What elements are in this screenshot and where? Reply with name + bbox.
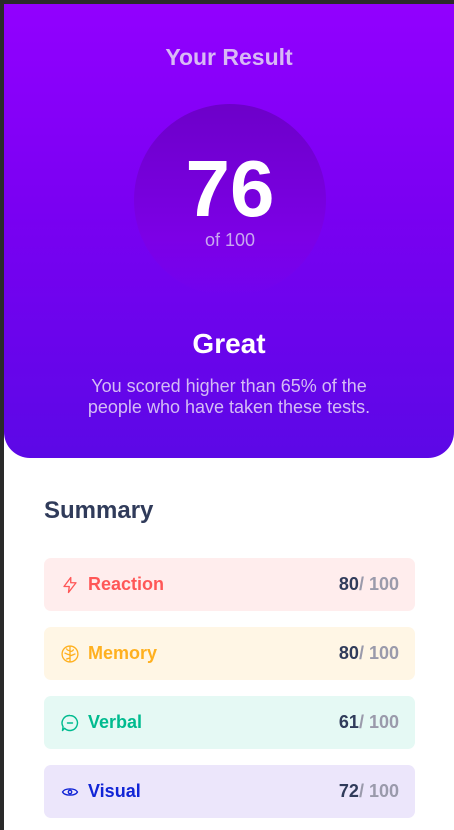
- summary-item-memory: Memory 80 / 100: [44, 627, 415, 680]
- eye-icon: [60, 782, 80, 802]
- summary-item-score: 61: [338, 712, 359, 732]
- result-card: Your Result 76 of 100 Great You scored h…: [4, 4, 454, 458]
- result-title: Your Result: [165, 44, 293, 70]
- summary-item-label: Verbal: [88, 712, 143, 732]
- summary-item-out-of: / 100: [358, 781, 399, 801]
- summary-item-visual: Visual 72 / 100: [44, 765, 415, 818]
- chat-icon: [60, 713, 80, 733]
- lightning-icon: [60, 575, 80, 595]
- brain-icon: [60, 644, 80, 664]
- summary-item-out-of: / 100: [358, 574, 399, 594]
- summary-item-score: 80: [338, 574, 359, 594]
- summary-list: Reaction 80 / 100 Memory 80 / 100 Verbal…: [44, 558, 415, 830]
- summary-item-out-of: / 100: [358, 643, 399, 663]
- summary-item-label: Memory: [88, 643, 158, 663]
- summary-item-verbal: Verbal 61 / 100: [44, 696, 415, 749]
- summary-item-score: 72: [338, 781, 359, 801]
- summary-item-label: Reaction: [88, 574, 165, 594]
- summary-item-label: Visual: [88, 781, 141, 801]
- summary-item-out-of: / 100: [358, 712, 399, 732]
- rating-label: Great: [192, 328, 266, 359]
- rating-description: You scored higher than 65% of the people…: [87, 376, 371, 417]
- summary-item-score: 80: [338, 643, 359, 663]
- score-circle: 76 of 100: [134, 104, 326, 296]
- score-value: 76: [185, 144, 275, 233]
- score-out-of-label: of 100: [204, 230, 256, 250]
- summary-title: Summary: [44, 497, 154, 524]
- summary-item-reaction: Reaction 80 / 100: [44, 558, 415, 611]
